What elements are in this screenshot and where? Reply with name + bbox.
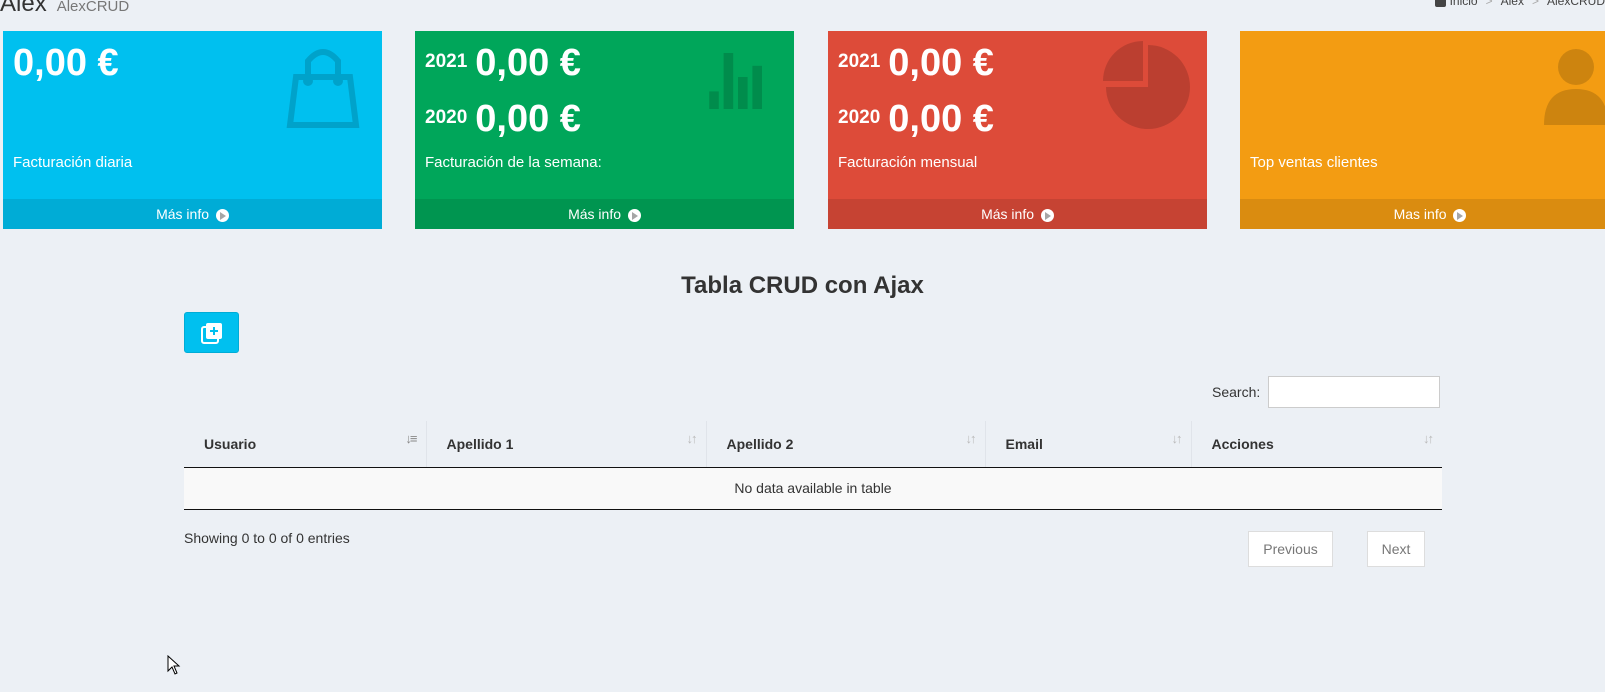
weekly-amount-current: 0,00 € bbox=[475, 42, 581, 84]
breadcrumb: Inicio > Alex > AlexCRUD bbox=[1434, 0, 1605, 8]
arrow-circle-right-icon bbox=[1453, 208, 1467, 222]
add-copy-icon bbox=[200, 322, 222, 344]
daily-billing-box: 0,00 € Facturación diaria Más info bbox=[3, 31, 382, 229]
breadcrumb-home[interactable]: Inicio bbox=[1434, 0, 1478, 8]
search-input[interactable] bbox=[1268, 376, 1441, 408]
shopping-bag-icon bbox=[286, 49, 360, 128]
empty-table-message: No data available in table bbox=[184, 467, 1442, 510]
search-area: Search: bbox=[1212, 376, 1441, 408]
breadcrumb-separator: > bbox=[1531, 0, 1539, 8]
breadcrumb-separator: > bbox=[1485, 0, 1493, 8]
pie-chart-icon bbox=[1103, 41, 1190, 129]
daily-amount: 0,00 € bbox=[13, 42, 119, 84]
crud-table: Usuario ↓≡ Apellido 1 ↓↑ Apellido 2 ↓↑ Emai… bbox=[184, 421, 1442, 510]
search-label: Search: bbox=[1212, 384, 1261, 400]
monthly-billing-box: 2021 0,00 € 2020 0,00 € Facturación mensua… bbox=[828, 31, 1207, 229]
daily-more-info-link[interactable]: Más info bbox=[3, 199, 382, 229]
weekly-billing-label: Facturación de la semana: bbox=[425, 154, 602, 171]
sort-icon: ↓↑ bbox=[965, 431, 977, 446]
column-header-email[interactable]: Email ↓↑ bbox=[985, 421, 1192, 468]
monthly-billing-label: Facturación mensual bbox=[838, 154, 978, 171]
sort-icon: ↓↑ bbox=[1171, 431, 1183, 446]
user-plus-icon bbox=[1544, 49, 1605, 125]
add-record-button[interactable] bbox=[184, 312, 239, 353]
breadcrumb-item-current: AlexCRUD bbox=[1546, 0, 1605, 8]
column-header-usuario[interactable]: Usuario ↓≡ bbox=[184, 421, 427, 468]
mouse-cursor-icon bbox=[167, 655, 181, 675]
sort-icon: ↓↑ bbox=[686, 431, 698, 446]
page-header: Alex AlexCRUD bbox=[0, 0, 130, 17]
monthly-amount-current: 0,00 € bbox=[888, 42, 994, 84]
table-info: Showing 0 to 0 of 0 entries bbox=[184, 530, 350, 546]
monthly-amount-previous: 0,00 € bbox=[888, 98, 994, 140]
arrow-circle-right-icon bbox=[215, 208, 229, 222]
pagination-next[interactable]: Next bbox=[1367, 531, 1425, 567]
crud-table-title: Tabla CRUD con Ajax bbox=[681, 272, 924, 299]
pagination-previous[interactable]: Previous bbox=[1248, 531, 1333, 567]
daily-billing-label: Facturación diaria bbox=[13, 154, 133, 171]
table-header-row: Usuario ↓≡ Apellido 1 ↓↑ Apellido 2 ↓↑ Emai… bbox=[184, 421, 1442, 468]
top-clients-box: Top ventas clientes Mas info bbox=[1240, 31, 1605, 229]
top-clients-label: Top ventas clientes bbox=[1250, 154, 1378, 171]
column-header-acciones[interactable]: Acciones ↓↑ bbox=[1191, 421, 1442, 468]
year-label: 2020 bbox=[838, 107, 881, 128]
weekly-billing-box: 2021 0,00 € 2020 0,00 € Facturación de la … bbox=[415, 31, 794, 229]
page-subtitle: AlexCRUD bbox=[56, 0, 130, 15]
column-header-apellido1[interactable]: Apellido 1 ↓↑ bbox=[426, 421, 707, 468]
table-row: No data available in table bbox=[184, 467, 1442, 510]
weekly-more-info-link[interactable]: Más info bbox=[415, 199, 794, 229]
year-label: 2020 bbox=[425, 107, 468, 128]
year-label: 2021 bbox=[425, 51, 468, 72]
column-header-apellido2[interactable]: Apellido 2 ↓↑ bbox=[706, 421, 986, 468]
dashboard-icon bbox=[1434, 0, 1446, 7]
arrow-circle-right-icon bbox=[627, 208, 641, 222]
weekly-amount-previous: 0,00 € bbox=[475, 98, 581, 140]
top-clients-more-info-link[interactable]: Mas info bbox=[1240, 199, 1605, 229]
arrow-circle-right-icon bbox=[1040, 208, 1054, 222]
year-label: 2021 bbox=[838, 51, 881, 72]
sort-asc-icon: ↓≡ bbox=[405, 431, 417, 446]
sort-icon: ↓↑ bbox=[1423, 431, 1434, 446]
page-title: Alex bbox=[0, 0, 47, 17]
monthly-more-info-link[interactable]: Más info bbox=[828, 199, 1207, 229]
breadcrumb-item-alex[interactable]: Alex bbox=[1501, 0, 1524, 8]
bar-chart-icon bbox=[709, 53, 762, 109]
